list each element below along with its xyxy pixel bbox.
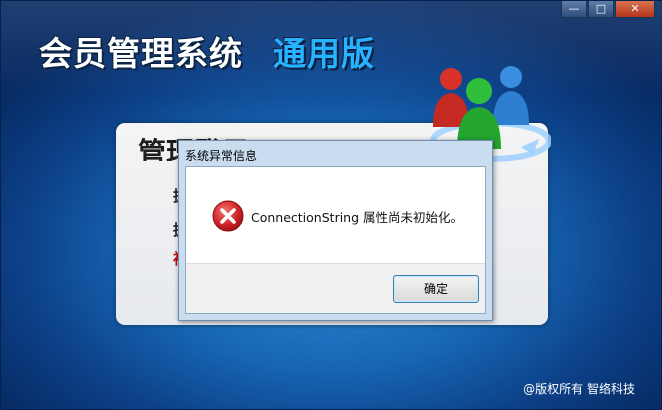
- error-icon: [212, 200, 244, 232]
- ok-button[interactable]: 确定: [393, 275, 479, 303]
- error-dialog: 系统异常信息 ConnectionString 属性尚未初始化。 确定: [178, 140, 493, 321]
- minimize-button[interactable]: —: [561, 1, 587, 18]
- close-button[interactable]: ✕: [615, 1, 655, 18]
- app-window: — □ ✕ 会员管理系统 通用版 管理登录 挶 挶 袖 系统异常信息: [0, 0, 662, 410]
- copyright-text: @版权所有 智络科技: [523, 382, 635, 396]
- dialog-message: ConnectionString 属性尚未初始化。: [251, 210, 464, 225]
- window-controls: — □ ✕: [560, 1, 655, 18]
- maximize-button[interactable]: □: [588, 1, 614, 18]
- app-edition: 通用版: [273, 34, 375, 73]
- app-title: 会员管理系统: [39, 34, 243, 73]
- dialog-body: ConnectionString 属性尚未初始化。 确定: [185, 166, 486, 314]
- dialog-title: 系统异常信息: [185, 149, 258, 163]
